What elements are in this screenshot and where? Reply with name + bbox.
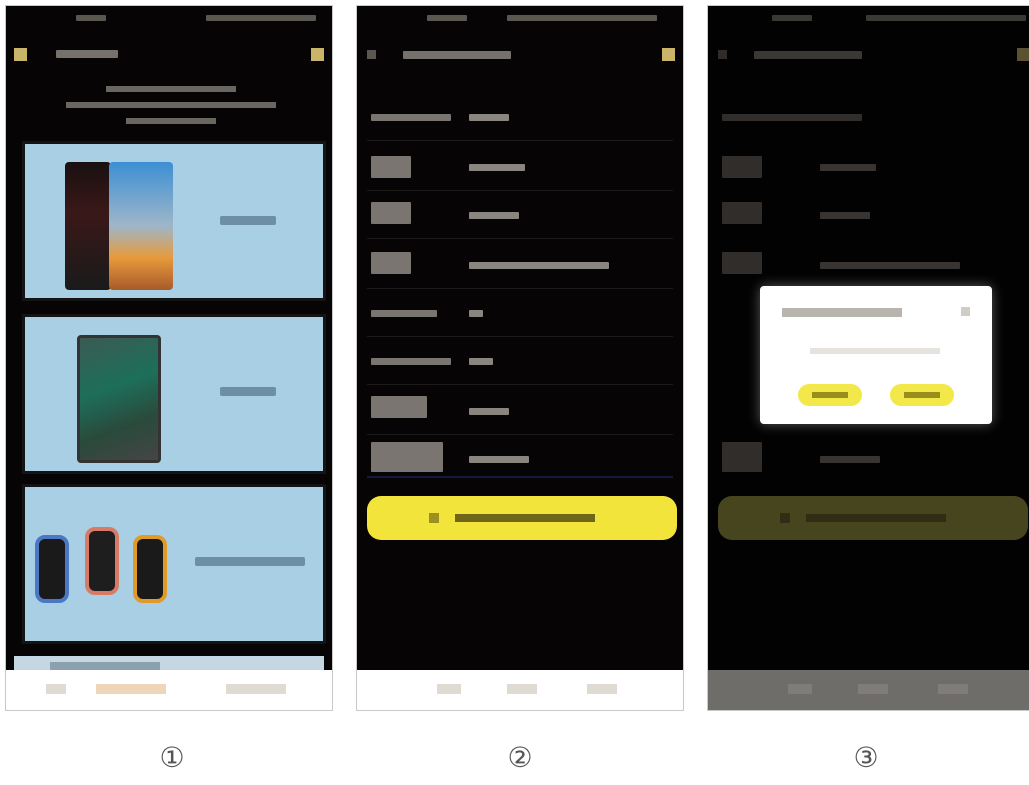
product-card[interactable] bbox=[22, 484, 326, 644]
form-value[interactable] bbox=[469, 262, 609, 269]
header-text-line bbox=[126, 118, 216, 124]
header-text-line bbox=[106, 86, 236, 92]
dialog-confirm-button[interactable] bbox=[890, 384, 954, 406]
watch-image bbox=[35, 535, 69, 603]
app-bar-title bbox=[403, 51, 511, 59]
form-label bbox=[371, 114, 451, 121]
form-value[interactable] bbox=[469, 358, 493, 365]
watch-image bbox=[133, 535, 167, 603]
bottom-nav bbox=[708, 670, 1029, 710]
app-bar-title bbox=[56, 50, 118, 58]
tablet-image bbox=[77, 335, 161, 463]
form-label bbox=[371, 396, 427, 418]
nav-item[interactable] bbox=[46, 684, 66, 694]
app-bar bbox=[357, 40, 683, 70]
form-label bbox=[371, 442, 443, 472]
status-bar bbox=[357, 6, 683, 36]
nav-item[interactable] bbox=[938, 684, 968, 694]
nav-item[interactable] bbox=[858, 684, 888, 694]
form-label bbox=[371, 358, 451, 365]
form-label bbox=[371, 310, 437, 317]
dialog-cancel-button[interactable] bbox=[798, 384, 862, 406]
button-label bbox=[455, 514, 595, 522]
step-marker-3: ③ bbox=[853, 742, 879, 773]
form-value[interactable] bbox=[469, 212, 519, 219]
back-arrow-icon[interactable] bbox=[367, 50, 376, 59]
step-marker-1: ① bbox=[159, 742, 185, 773]
nav-item[interactable] bbox=[587, 684, 617, 694]
form-label bbox=[371, 202, 411, 224]
form-value[interactable] bbox=[469, 408, 509, 415]
bottom-nav bbox=[6, 670, 332, 710]
phone-image bbox=[109, 162, 173, 290]
form-label bbox=[371, 156, 411, 178]
form-value[interactable] bbox=[469, 456, 529, 463]
product-name bbox=[220, 387, 276, 396]
product-card[interactable] bbox=[22, 314, 326, 474]
screen-product-list bbox=[5, 5, 333, 711]
form-value[interactable] bbox=[469, 164, 525, 171]
step-marker-2: ② bbox=[507, 742, 533, 773]
square-icon[interactable] bbox=[311, 48, 324, 61]
header-text-line bbox=[66, 102, 276, 108]
nav-item-active[interactable] bbox=[96, 684, 166, 694]
status-bar bbox=[6, 6, 332, 36]
button-icon bbox=[429, 513, 439, 523]
close-icon[interactable] bbox=[961, 307, 970, 316]
nav-item[interactable] bbox=[507, 684, 537, 694]
product-name bbox=[220, 216, 276, 225]
form-label bbox=[371, 252, 411, 274]
app-bar bbox=[6, 40, 332, 70]
screen-details-form bbox=[356, 5, 684, 711]
form-value[interactable] bbox=[469, 310, 483, 317]
screen-confirm-dialog bbox=[707, 5, 1029, 711]
product-name bbox=[195, 557, 305, 566]
phone-image bbox=[65, 162, 111, 290]
form-value bbox=[469, 114, 509, 121]
nav-item[interactable] bbox=[788, 684, 812, 694]
square-icon[interactable] bbox=[662, 48, 675, 61]
watch-image bbox=[85, 527, 119, 595]
menu-icon[interactable] bbox=[14, 48, 27, 61]
dialog-title bbox=[782, 308, 902, 317]
product-card[interactable] bbox=[22, 141, 326, 301]
nav-item[interactable] bbox=[437, 684, 461, 694]
confirm-dialog bbox=[760, 286, 992, 424]
dialog-message bbox=[810, 348, 940, 354]
nav-item[interactable] bbox=[226, 684, 286, 694]
bottom-nav bbox=[357, 670, 683, 710]
submit-button[interactable] bbox=[367, 496, 677, 540]
